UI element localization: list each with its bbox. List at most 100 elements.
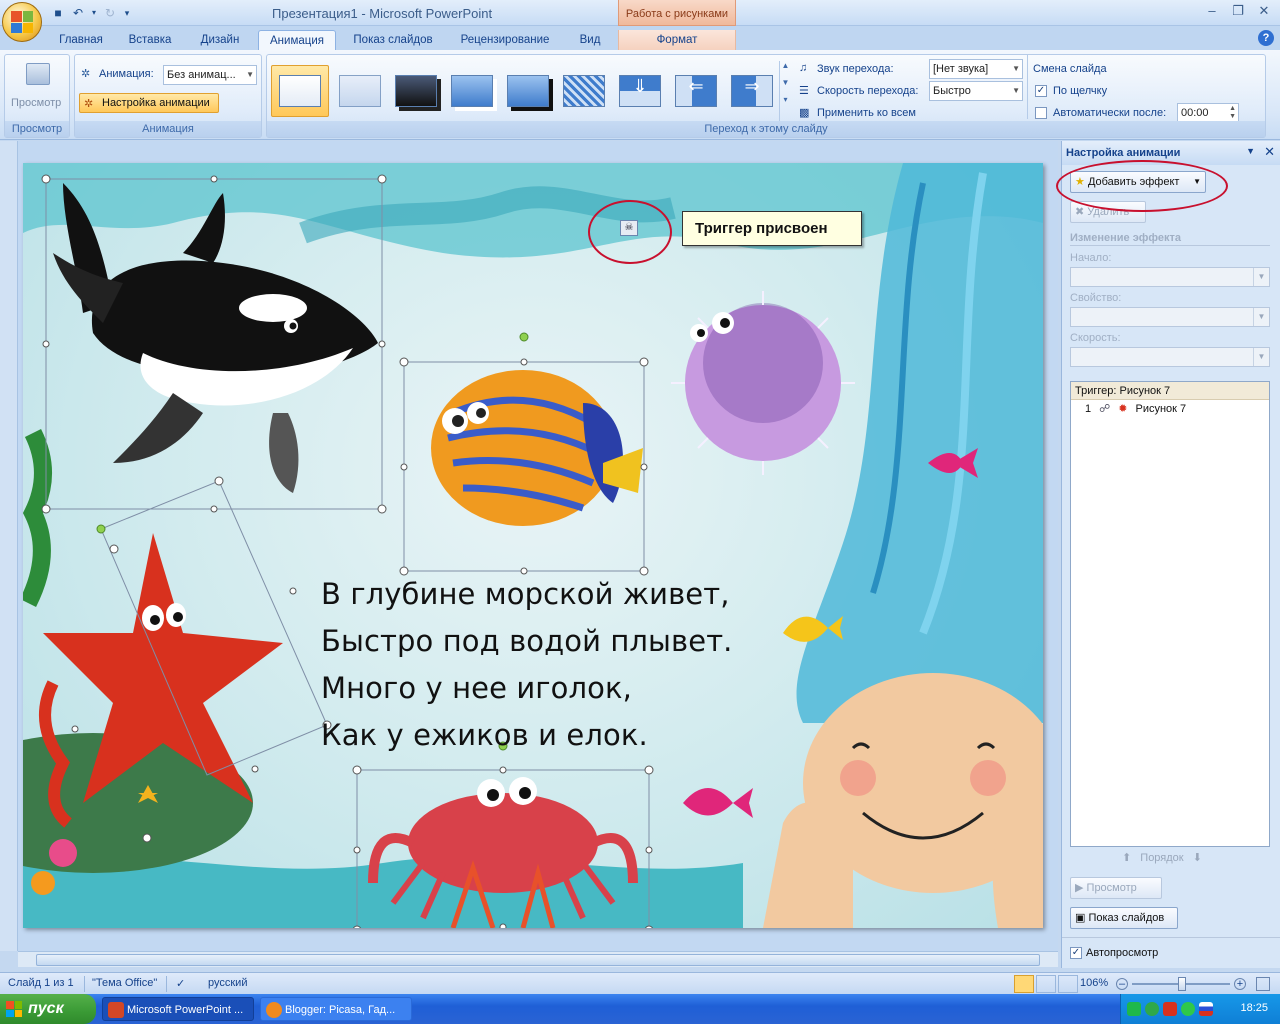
- taskbar-item-browser[interactable]: Blogger: Picasa, Гад...: [260, 997, 412, 1021]
- poem-line: Как у ежиков и елок.: [321, 718, 648, 752]
- transition-dissolve[interactable]: [555, 65, 613, 117]
- horizontal-scrollbar[interactable]: [18, 951, 1058, 967]
- transition-cut[interactable]: [443, 65, 501, 117]
- move-up-icon[interactable]: ⬆: [1122, 852, 1131, 864]
- transition-fade-smooth[interactable]: [331, 65, 389, 117]
- trigger-header[interactable]: Триггер: Рисунок 7: [1071, 382, 1269, 400]
- zoom-out-icon[interactable]: –: [1116, 978, 1128, 990]
- advance-slide-title: Смена слайда: [1033, 63, 1107, 75]
- preview-button[interactable]: Просмотр: [11, 97, 61, 109]
- custom-animation-button[interactable]: ✲ Настройка анимации: [79, 93, 219, 113]
- custom-animation-pane: Настройка анимации ▼ ✕ ★ Добавить эффект…: [1061, 141, 1280, 968]
- normal-view-icon[interactable]: [1014, 975, 1034, 993]
- tab-design[interactable]: Дизайн: [190, 30, 250, 50]
- auto-after-checkbox[interactable]: [1035, 107, 1047, 119]
- group-label-preview: Просмотр: [5, 121, 69, 137]
- sound-select[interactable]: [Нет звука] ▼: [929, 59, 1023, 79]
- preview-icon[interactable]: [26, 63, 50, 85]
- transition-wipe-down[interactable]: ⇓: [611, 65, 669, 117]
- animation-list[interactable]: Триггер: Рисунок 7 1 ☍ ✹ Рисунок 7: [1070, 381, 1270, 847]
- property-select[interactable]: ▼: [1070, 307, 1270, 327]
- transition-wipe-right[interactable]: ⇒: [723, 65, 781, 117]
- customize-qat-icon[interactable]: ▾: [122, 5, 132, 21]
- tray-icon[interactable]: [1163, 1002, 1177, 1016]
- language-flag-icon[interactable]: [1199, 1002, 1213, 1016]
- tab-home[interactable]: Главная: [52, 30, 110, 50]
- mouse-icon: ☍: [1099, 403, 1111, 415]
- pane-menu-icon[interactable]: ▼: [1246, 146, 1255, 156]
- chevron-down-icon: ▼: [1253, 268, 1269, 286]
- speed-label: Скорость:: [1070, 332, 1121, 344]
- tab-view[interactable]: Вид: [568, 30, 612, 50]
- ribbon-tabs: Главная Вставка Дизайн Анимация Показ сл…: [0, 26, 1280, 50]
- minimize-icon[interactable]: –: [1200, 2, 1224, 20]
- help-icon[interactable]: ?: [1258, 30, 1274, 46]
- zoom-level[interactable]: 106%: [1080, 977, 1108, 989]
- auto-time-spinner[interactable]: 00:00 ▲ ▼: [1177, 103, 1239, 123]
- autopreview-checkbox[interactable]: ✓: [1070, 947, 1082, 959]
- tab-insert[interactable]: Вставка: [120, 30, 180, 50]
- speed-select[interactable]: ▼: [1070, 347, 1270, 367]
- apply-all-icon: ▩: [799, 107, 810, 119]
- add-effect-button[interactable]: ★ Добавить эффект ▼: [1070, 171, 1206, 193]
- trigger-indicator-icon[interactable]: ☠: [620, 220, 638, 236]
- tray-icon[interactable]: [1145, 1002, 1159, 1016]
- sorter-view-icon[interactable]: [1036, 975, 1056, 993]
- transition-none[interactable]: [271, 65, 329, 117]
- transition-gallery-scroll[interactable]: ▲ ▼ ▾: [779, 61, 791, 121]
- start-button[interactable]: пуск: [0, 994, 96, 1024]
- undo-dropdown-icon[interactable]: ▾: [90, 5, 98, 21]
- remove-button[interactable]: ✖ Удалить: [1070, 201, 1146, 223]
- group-label-animation: Анимация: [75, 121, 261, 137]
- on-click-checkbox[interactable]: ✓: [1035, 85, 1047, 97]
- animation-icon: ✲: [81, 68, 91, 80]
- maximize-icon[interactable]: ❐: [1226, 2, 1250, 20]
- fit-window-icon[interactable]: [1256, 977, 1270, 991]
- tray-icon[interactable]: [1181, 1002, 1195, 1016]
- star-icon: ★: [1075, 176, 1085, 188]
- chevron-down-icon: ▼: [1253, 348, 1269, 366]
- transition-wipe-left[interactable]: ⇐: [667, 65, 725, 117]
- transition-fade-black[interactable]: [387, 65, 445, 117]
- slide-artwork: [23, 163, 1043, 928]
- transition-cut-black[interactable]: [499, 65, 557, 117]
- play-icon: ▶: [1075, 882, 1084, 894]
- start-label: Начало:: [1070, 252, 1112, 264]
- chevron-down-icon: ▼: [1012, 86, 1020, 95]
- zoom-in-icon[interactable]: +: [1234, 978, 1246, 990]
- slideshow-button[interactable]: ▣ Показ слайдов: [1070, 907, 1178, 929]
- save-icon[interactable]: ■: [50, 5, 66, 21]
- office-logo-icon: [11, 11, 33, 33]
- tray-icon[interactable]: [1127, 1002, 1141, 1016]
- animation-label: Анимация:: [99, 68, 154, 80]
- poem-text-box[interactable]: В глубине морской живет, Быстро под водо…: [321, 571, 733, 759]
- slide-canvas[interactable]: В глубине морской живет, Быстро под водо…: [23, 163, 1043, 928]
- start-select[interactable]: ▼: [1070, 267, 1270, 287]
- chevron-down-icon: ▼: [1253, 308, 1269, 326]
- slide-counter: Слайд 1 из 1: [8, 977, 74, 989]
- play-button[interactable]: ▶ Просмотр: [1070, 877, 1162, 899]
- tab-review[interactable]: Рецензирование: [450, 30, 560, 50]
- reading-view-icon[interactable]: [1058, 975, 1078, 993]
- animation-select[interactable]: Без анимац... ▼: [163, 65, 257, 85]
- office-button[interactable]: [2, 2, 42, 42]
- close-icon[interactable]: ✕: [1252, 2, 1276, 20]
- pane-close-icon[interactable]: ✕: [1264, 144, 1275, 160]
- tab-slideshow[interactable]: Показ слайдов: [344, 30, 442, 50]
- undo-icon[interactable]: ↶: [70, 5, 86, 21]
- remove-icon: ✖: [1075, 206, 1085, 218]
- redo-icon[interactable]: ↻: [102, 5, 118, 21]
- animation-list-item[interactable]: 1 ☍ ✹ Рисунок 7: [1071, 400, 1269, 418]
- autopreview-label: Автопросмотр: [1086, 947, 1159, 959]
- scrollbar-thumb[interactable]: [36, 954, 1040, 966]
- language-indicator[interactable]: русский: [208, 977, 247, 989]
- taskbar-item-powerpoint[interactable]: Microsoft PowerPoint ...: [102, 997, 254, 1021]
- left-splitter[interactable]: [0, 141, 18, 951]
- zoom-slider-thumb[interactable]: [1178, 977, 1186, 991]
- tab-format[interactable]: Формат: [618, 30, 736, 50]
- move-down-icon[interactable]: ⬇: [1193, 852, 1202, 864]
- spelling-icon[interactable]: ✓: [176, 977, 185, 990]
- apply-to-all-button[interactable]: Применить ко всем: [817, 107, 916, 119]
- speed-select[interactable]: Быстро ▼: [929, 81, 1023, 101]
- tab-animation[interactable]: Анимация: [258, 30, 336, 50]
